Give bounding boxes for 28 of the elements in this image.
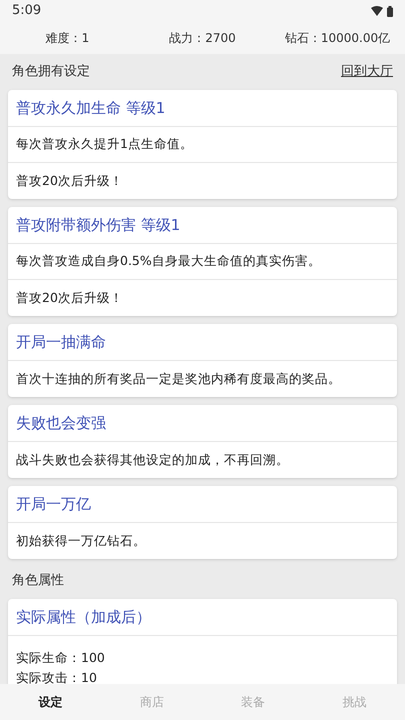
card-text: 首次十连抽的所有奖品一定是奖池内稀有度最高的奖品。 xyxy=(16,370,341,388)
card-title: 开局一抽满命 xyxy=(16,332,106,353)
battery-icon xyxy=(387,6,393,16)
attribute-value: 实际生命：100 xyxy=(16,649,106,667)
card-text: 普攻20次后升级！ xyxy=(16,172,123,190)
card-text: 战斗失败也会获得其他设定的加成，不再回溯。 xyxy=(16,450,289,469)
card-title: 普攻附带额外伤害 等级1 xyxy=(16,214,180,236)
stat-label: 战力：2700 xyxy=(169,30,236,47)
card-title: 开局一万亿 xyxy=(16,494,91,515)
card-title: 普攻永久加生命 等级1 xyxy=(16,98,166,119)
attribute-value: 实际攻击：10 xyxy=(16,669,98,684)
nav-tab[interactable]: 设定 xyxy=(0,684,102,720)
card-title: 失败也会变强 xyxy=(16,412,106,434)
card-text: 每次普攻造成自身0.5%自身最大生命值的真实伤害。 xyxy=(16,252,321,270)
card-title: 实际属性（加成后） xyxy=(16,606,151,628)
status-time: 5:09 xyxy=(12,2,42,20)
card-text: 普攻20次后升级！ xyxy=(16,288,123,307)
section-title: 角色属性 xyxy=(12,572,64,590)
card-text: 每次普攻永久提升1点生命值。 xyxy=(16,135,193,154)
nav-tab[interactable]: 装备 xyxy=(202,684,304,720)
section-title: 角色拥有设定 xyxy=(12,63,90,82)
stat-label: 难度：1 xyxy=(46,30,90,47)
nav-tab[interactable]: 挑战 xyxy=(304,684,405,720)
card-text: 初始获得一万亿钻石。 xyxy=(16,532,146,550)
stat-label: 钻石：10000.00亿 xyxy=(284,30,390,47)
nav-tab[interactable]: 商店 xyxy=(101,684,202,720)
back-to-lobby-link[interactable]: 回到大厅 xyxy=(341,62,393,82)
wifi-icon xyxy=(371,6,383,16)
